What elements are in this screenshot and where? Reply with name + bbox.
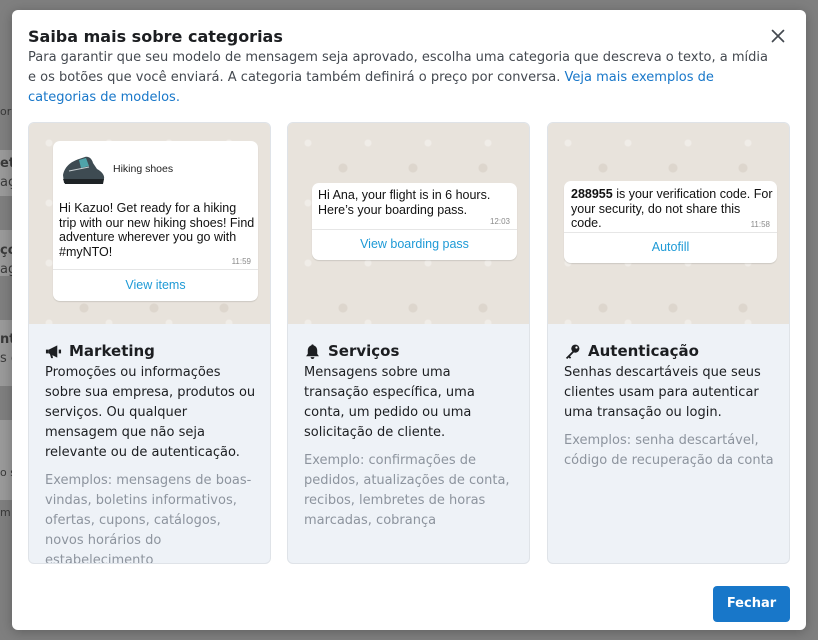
message-bubble: Hiking shoes Hi Kazuo! Get ready for a h… bbox=[53, 141, 258, 301]
card-content: Autenticação Senhas descartáveis que seu… bbox=[564, 342, 777, 471]
card-examples: Exemplo: confirmações de pedidos, atuali… bbox=[304, 453, 510, 528]
preview-time: 11:59 bbox=[231, 257, 251, 266]
message-bubble: Hi Ana, your flight is in 6 hours. Here’… bbox=[312, 183, 517, 260]
shoe-image bbox=[63, 156, 105, 184]
card-services[interactable]: Hi Ana, your flight is in 6 hours. Here’… bbox=[287, 122, 530, 564]
preview-time: 11:58 bbox=[750, 220, 770, 229]
bell-icon bbox=[306, 343, 319, 359]
card-title: Marketing bbox=[69, 342, 155, 360]
autofill-button[interactable]: Autofill bbox=[564, 240, 777, 254]
message-preview: Hi Ana, your flight is in 6 hours. Here’… bbox=[288, 123, 529, 324]
card-authentication[interactable]: 288955 is your verification code. For yo… bbox=[547, 122, 790, 564]
dialog-description: Para garantir que seu modelo de mensagem… bbox=[28, 48, 768, 108]
close-icon[interactable] bbox=[768, 26, 788, 46]
preview-header: Hiking shoes bbox=[113, 163, 174, 175]
card-content: Serviços Mensagens sobre uma transação e… bbox=[304, 342, 517, 531]
card-description: Mensagens sobre uma transação específica… bbox=[304, 365, 475, 440]
preview-text: 288955 is your verification code. For yo… bbox=[571, 187, 773, 231]
card-marketing[interactable]: Hiking shoes Hi Kazuo! Get ready for a h… bbox=[28, 122, 271, 564]
preview-text: Hi Kazuo! Get ready for a hiking trip wi… bbox=[59, 201, 255, 259]
divider bbox=[312, 229, 517, 230]
background-text: m bbox=[0, 506, 11, 519]
divider bbox=[564, 232, 777, 233]
view-items-button[interactable]: View items bbox=[53, 278, 258, 292]
message-header: Hiking shoes bbox=[53, 141, 258, 199]
verification-code: 288955 bbox=[571, 187, 613, 201]
divider bbox=[53, 269, 258, 270]
card-heading: Autenticação bbox=[564, 342, 777, 360]
card-description: Promoções ou informações sobre sua empre… bbox=[45, 365, 256, 460]
view-boarding-pass-button[interactable]: View boarding pass bbox=[312, 237, 517, 251]
dialog-title: Saiba mais sobre categorias bbox=[28, 27, 283, 46]
card-description: Senhas descartáveis que seus clientes us… bbox=[564, 365, 761, 420]
card-examples: Exemplos: mensagens de boas-vindas, bole… bbox=[45, 473, 252, 564]
card-heading: Serviços bbox=[304, 342, 517, 360]
card-heading: Marketing bbox=[45, 342, 258, 360]
megaphone-icon bbox=[45, 344, 62, 358]
key-icon bbox=[565, 344, 580, 359]
card-title: Autenticação bbox=[588, 342, 699, 360]
card-title: Serviços bbox=[328, 342, 400, 360]
card-examples: Exemplos: senha descartável, código de r… bbox=[564, 433, 774, 468]
message-preview: 288955 is your verification code. For yo… bbox=[548, 123, 789, 324]
preview-time: 12:03 bbox=[489, 217, 510, 226]
preview-text: Hi Ana, your flight is in 6 hours. Here’… bbox=[318, 188, 491, 217]
message-preview: Hiking shoes Hi Kazuo! Get ready for a h… bbox=[29, 123, 270, 324]
categories-dialog: Saiba mais sobre categorias Para garanti… bbox=[12, 10, 806, 630]
category-cards: Hiking shoes Hi Kazuo! Get ready for a h… bbox=[28, 122, 790, 564]
message-bubble: 288955 is your verification code. For yo… bbox=[564, 181, 777, 263]
card-content: Marketing Promoções ou informações sobre… bbox=[45, 342, 258, 564]
close-button[interactable]: Fechar bbox=[713, 586, 790, 622]
